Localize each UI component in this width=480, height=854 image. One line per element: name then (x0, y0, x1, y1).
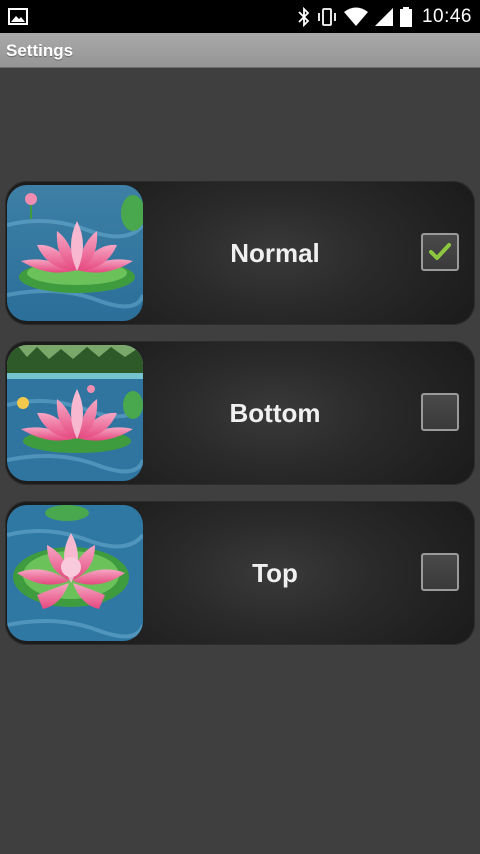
bluetooth-icon (298, 6, 310, 27)
option-label: Bottom (229, 397, 321, 428)
cell-signal-icon (374, 7, 393, 26)
lotus-bottom-thumbnail (7, 345, 143, 481)
title-bar: Settings (0, 33, 480, 68)
checkmark-icon (429, 243, 451, 260)
status-time: 10:46 (421, 5, 472, 27)
page-title: Settings (6, 41, 74, 60)
option-top[interactable]: Top (5, 501, 475, 645)
option-bottom[interactable]: Bottom (5, 341, 475, 485)
lotus-top-thumbnail (7, 505, 143, 641)
lotus-normal-thumbnail (7, 185, 143, 321)
bottom-checkbox[interactable] (421, 393, 459, 431)
option-label: Normal (230, 237, 320, 268)
vibrate-icon (318, 7, 336, 26)
top-checkbox[interactable] (421, 553, 459, 591)
option-normal[interactable]: Normal (5, 181, 475, 325)
wifi-icon (343, 7, 368, 26)
status-bar: 10:46 (0, 0, 480, 33)
normal-checkbox[interactable] (421, 233, 459, 271)
image-notification-icon (8, 8, 28, 25)
battery-icon (399, 6, 412, 27)
option-label: Top (252, 557, 298, 588)
